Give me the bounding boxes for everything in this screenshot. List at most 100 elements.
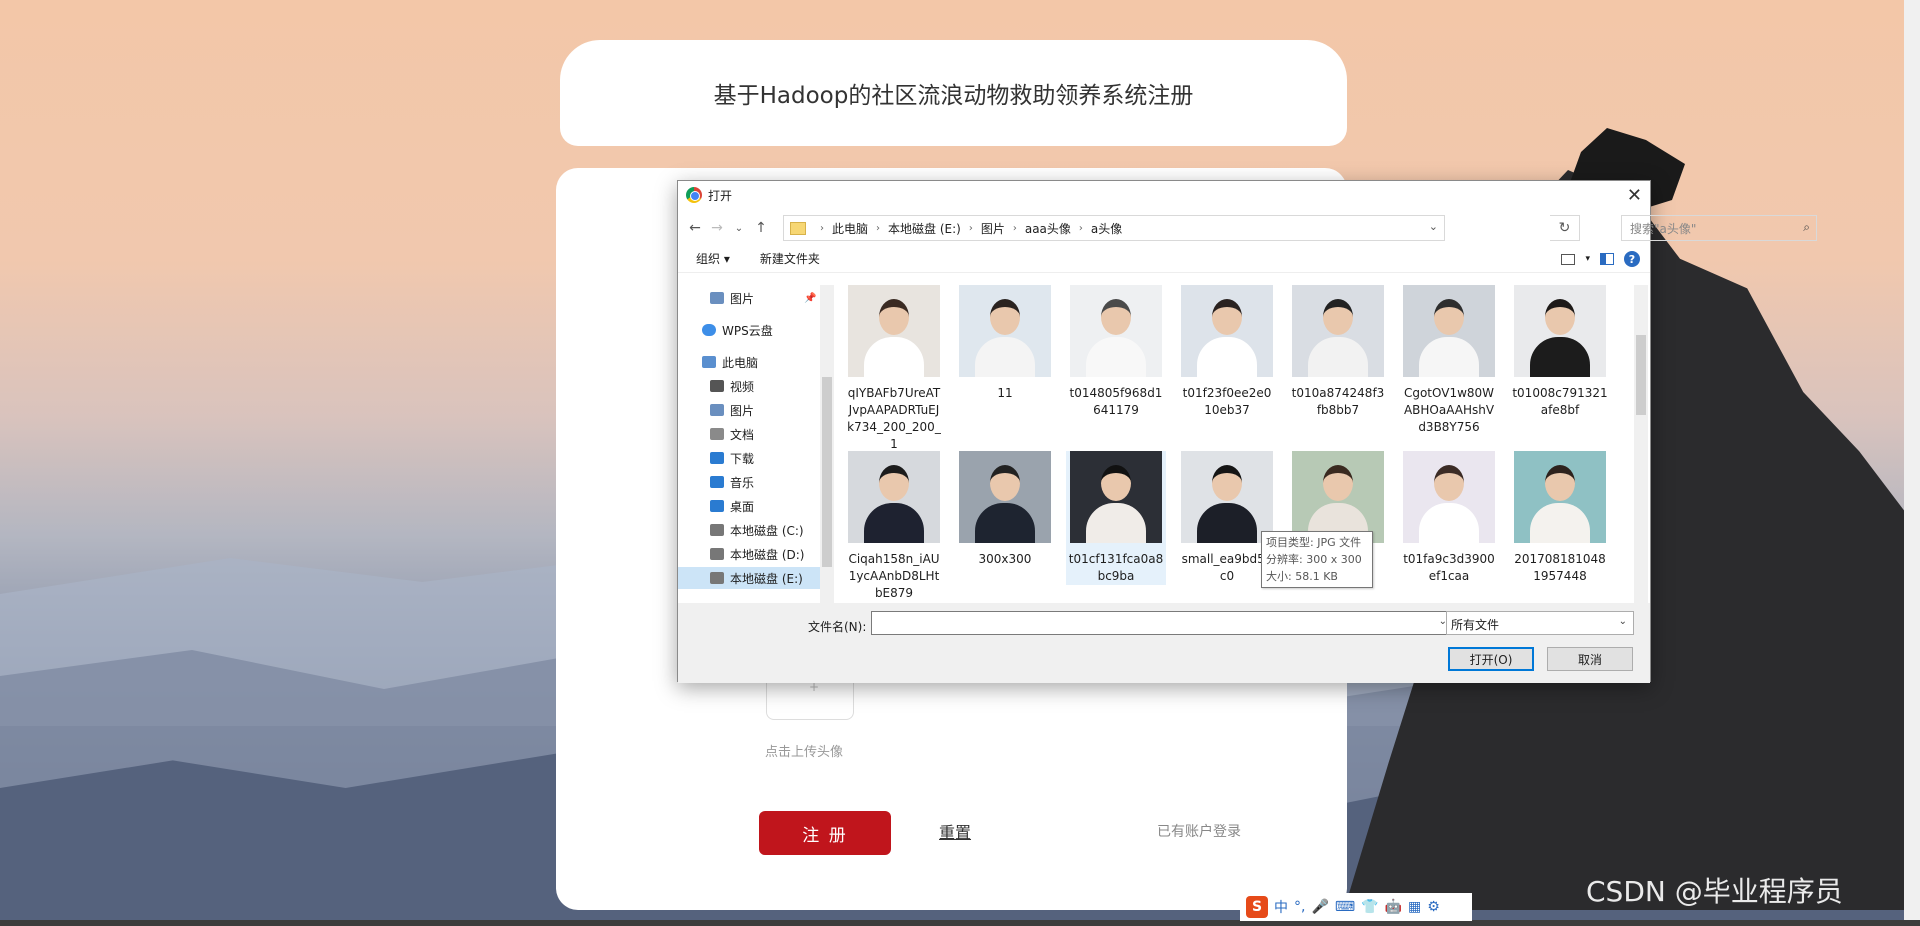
file-name: 2017081810481957448 [1514,552,1606,583]
chevron-down-icon[interactable]: ⌄ [1619,616,1627,627]
forward-icon[interactable]: → [706,220,728,236]
portrait-body [975,503,1035,543]
breadcrumb-aaa-avatars[interactable]: aaa头像 [1025,220,1071,237]
nav-item-music[interactable]: 音乐 [710,471,754,493]
nav-item-label: 图片 [730,291,755,306]
chevron-down-icon[interactable]: ⌄ [1429,220,1438,233]
dialog-titlebar: 打开 ✕ [678,181,1650,209]
search-placeholder: 搜索"a头像" [1630,221,1697,236]
breadcrumb-a-avatars[interactable]: a头像 [1091,220,1122,237]
microphone-icon[interactable]: 🎤 [1311,899,1328,915]
change-view-icon[interactable] [1561,253,1576,265]
portrait-body [1308,337,1368,377]
file-item[interactable]: 11 [955,285,1055,402]
view-dropdown-icon[interactable]: ▾ [1585,254,1590,264]
ime-punctuation-icon[interactable]: °, [1294,899,1305,915]
nav-item-label: 视频 [730,379,755,394]
grid-icon[interactable]: ▦ [1408,899,1421,915]
scrollbar-thumb[interactable] [1636,335,1646,415]
title-card: 基于Hadoop的社区流浪动物救助领养系统注册 [560,40,1347,146]
recent-locations-icon[interactable]: ⌄ [728,223,750,234]
search-icon[interactable]: ⌕ [1803,220,1810,235]
file-item[interactable]: CgotOV1w80WABHOaAAHshVd3B8Y756 [1399,285,1499,436]
portrait-body [1197,337,1257,377]
file-name: t010a874248f3fb8bb7 [1291,386,1385,417]
file-item[interactable]: t01008c791321afe8bf [1510,285,1610,419]
ime-logo-icon[interactable]: S [1246,896,1268,918]
tooltip-type: 项目类型: JPG 文件 [1266,536,1362,549]
document-icon [710,428,724,440]
file-item[interactable]: t01fa9c3d3900ef1caa [1399,451,1499,585]
file-item[interactable]: t01f23f0ee2e010eb37 [1177,285,1277,419]
nav-item-label: 此电脑 [722,355,759,370]
scrollbar-thumb[interactable] [822,377,832,567]
chevron-right-icon: › [1012,222,1017,234]
skin-icon[interactable]: 👕 [1361,899,1378,915]
filename-input[interactable]: ⌄ [871,611,1454,635]
file-item[interactable]: Ciqah158n_iAU1ycAAnbD8LHtbE879 [844,451,944,602]
breadcrumb-pictures[interactable]: 图片 [981,220,1005,237]
open-button[interactable]: 打开(O) [1448,647,1534,671]
nav-item-desktop[interactable]: 桌面 [710,495,754,517]
ime-chinese-mode[interactable]: 中 [1274,897,1288,917]
nav-item-drive-d[interactable]: 本地磁盘 (D:) [710,543,804,565]
file-item[interactable]: t014805f968d1641179 [1066,285,1166,419]
reset-link[interactable]: 重置 [939,819,971,843]
nav-item-pictures[interactable]: 图片 [710,399,754,421]
search-input[interactable]: 搜索"a头像" ⌕ [1621,215,1817,241]
cancel-button[interactable]: 取消 [1547,647,1633,671]
file-name: t01cf131fca0a8bc9ba [1068,552,1164,583]
address-bar[interactable]: › 此电脑 › 本地磁盘 (E:) › 图片 › aaa头像 › a头像 ⌄ [783,215,1445,241]
nav-item-documents[interactable]: 文档 [710,423,754,445]
up-icon[interactable]: ↑ [750,220,772,236]
breadcrumb-drive-e[interactable]: 本地磁盘 (E:) [888,220,961,237]
file-thumbnail [1514,285,1606,377]
file-item[interactable]: t01cf131fca0a8bc9ba [1066,451,1166,585]
nav-item-this-pc[interactable]: 此电脑 [702,351,758,373]
watermark: CSDN @毕业程序员 [1586,875,1843,908]
back-icon[interactable]: ← [684,220,706,236]
portrait-body [864,503,924,543]
organize-menu[interactable]: 组织 ▾ [696,250,730,267]
file-thumbnail [959,285,1051,377]
register-button[interactable]: 注 册 [759,811,891,855]
refresh-icon[interactable]: ↻ [1550,215,1580,241]
page-title: 基于Hadoop的社区流浪动物救助领养系统注册 [713,83,1194,109]
nav-pane-scrollbar[interactable] [820,285,834,603]
file-name: t01008c791321afe8bf [1512,386,1608,417]
folder-icon [790,221,806,235]
portrait-head [879,299,909,335]
file-item[interactable]: qIYBAFb7UreATJvpAAPADRTuEJk734_200_200_1 [844,285,944,453]
nav-item-videos[interactable]: 视频 [710,375,754,397]
nav-item-drive-e[interactable]: 本地磁盘 (E:) [678,567,820,589]
breadcrumb-this-pc[interactable]: 此电脑 [832,220,868,237]
file-item[interactable]: 300x300 [955,451,1055,568]
login-link[interactable]: 已有账户登录 [1157,821,1241,841]
drive-icon [710,548,724,560]
file-item[interactable]: 2017081810481957448 [1510,451,1610,585]
new-folder-button[interactable]: 新建文件夹 [760,250,820,267]
preview-pane-icon[interactable] [1600,253,1614,265]
portrait-body [1419,503,1479,543]
assistant-icon[interactable]: 🤖 [1385,899,1402,915]
file-list-scrollbar[interactable] [1634,285,1648,603]
file-type-select[interactable]: 所有文件 ⌄ [1446,611,1634,635]
nav-item-wps-cloud[interactable]: WPS云盘 [702,319,773,341]
portrait-body [1086,503,1146,543]
page-scrollbar[interactable] [1904,0,1920,926]
nav-item-drive-c[interactable]: 本地磁盘 (C:) [710,519,804,541]
nav-item-label: WPS云盘 [722,323,773,338]
keyboard-icon[interactable]: ⌨ [1335,899,1355,915]
file-thumbnail [848,285,940,377]
nav-item-downloads[interactable]: 下载 [710,447,754,469]
help-icon[interactable]: ? [1624,251,1640,267]
avatar-upload-box[interactable]: + [766,680,854,720]
drive-icon [710,572,724,584]
settings-icon[interactable]: ⚙ [1427,899,1440,915]
dialog-title: 打开 [708,188,733,203]
close-icon[interactable]: ✕ [1627,185,1642,206]
nav-item-pictures-quick[interactable]: 图片 📌 [710,287,816,309]
chrome-icon [686,187,702,203]
file-item[interactable]: t010a874248f3fb8bb7 [1288,285,1388,419]
portrait-head [990,465,1020,501]
